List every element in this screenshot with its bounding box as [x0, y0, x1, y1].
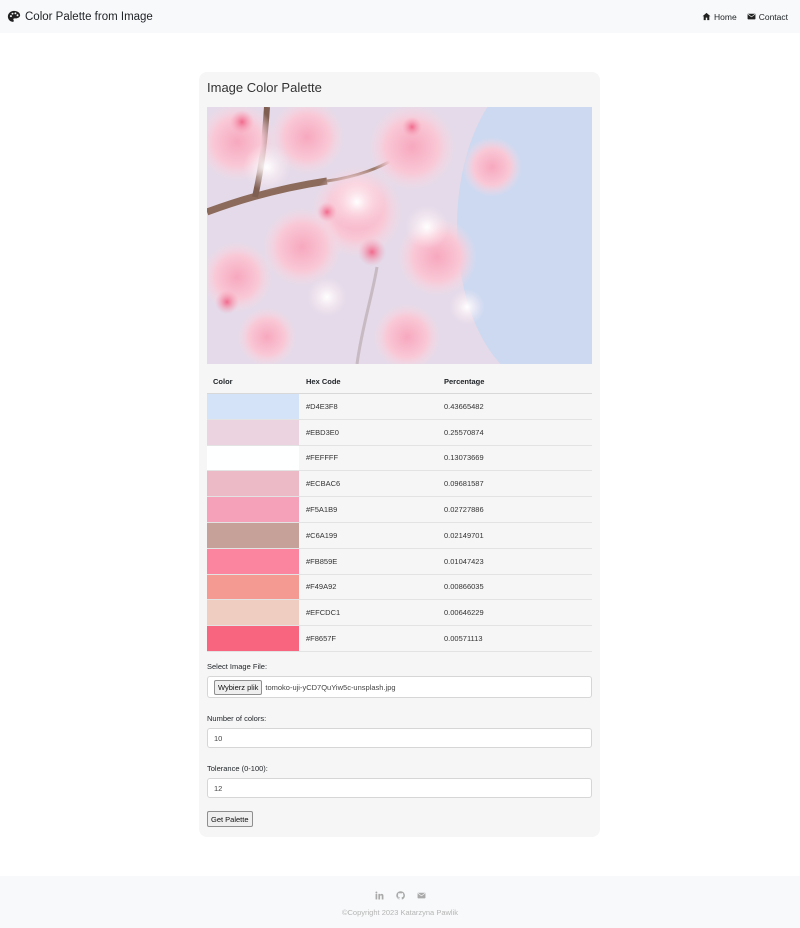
- file-name: tomoko-uji-yCD7QuYiw5c-unsplash.jpg: [265, 682, 396, 692]
- color-swatch: [207, 574, 299, 600]
- percentage: 0.43665482: [444, 401, 484, 411]
- tolerance-label: Tolerance (0-100):: [207, 764, 268, 773]
- linkedin-icon[interactable]: [374, 891, 384, 900]
- github-icon[interactable]: [395, 891, 405, 900]
- hex-code: #FB859E: [306, 556, 338, 566]
- hex-code: #EFCDC1: [306, 608, 341, 618]
- hex-code: #EBD3E0: [306, 427, 339, 437]
- nav-home-label: Home: [714, 11, 737, 22]
- file-input[interactable]: Wybierz plik tomoko-uji-yCD7QuYiw5c-unsp…: [207, 676, 592, 698]
- brand-title: Color Palette from Image: [25, 10, 153, 23]
- table-row: #F8657F 0.00571113: [207, 626, 592, 652]
- uploaded-image: [207, 107, 592, 364]
- table-row: #EFCDC1 0.00646229: [207, 600, 592, 627]
- tolerance-input[interactable]: [207, 778, 592, 798]
- percentage: 0.25570874: [444, 427, 484, 437]
- table-row: #EBD3E0 0.25570874: [207, 419, 592, 446]
- palette-table: Color Hex Code Percentage #D4E3F8 0.43665…: [207, 370, 592, 652]
- hex-code: #ECBAC6: [306, 479, 341, 489]
- hex-code: #D4E3F8: [306, 401, 338, 411]
- cherry-blossom-photo: [207, 107, 592, 364]
- percentage: 0.02727886: [444, 505, 484, 515]
- footer: ©Copyright 2023 Katarzyna Pawlik: [0, 876, 800, 928]
- table-row: #F5A1B9 0.02727886: [207, 497, 592, 523]
- table-row: #F49A92 0.00866035: [207, 574, 592, 601]
- nav-home[interactable]: Home: [702, 12, 737, 22]
- get-palette-button[interactable]: Get Palette: [207, 811, 253, 827]
- header-hex: Hex Code: [306, 377, 341, 386]
- hex-code: #FEFFFF: [306, 453, 339, 463]
- percentage: 0.00571113: [444, 634, 483, 644]
- color-swatch: [207, 626, 299, 651]
- color-swatch: [207, 394, 299, 419]
- table-row: #FEFFFF 0.13073669: [207, 445, 592, 472]
- card-title: Image Color Palette: [207, 80, 322, 95]
- table-row: #FB859E 0.01047423: [207, 548, 592, 575]
- header-color: Color: [213, 377, 233, 386]
- navbar: Color Palette from Image Home Contact: [0, 0, 800, 33]
- color-swatch: [207, 445, 299, 471]
- copyright: ©Copyright 2023 Katarzyna Pawlik: [341, 908, 458, 917]
- file-label: Select Image File:: [207, 662, 268, 671]
- envelope-icon: [747, 13, 756, 20]
- color-swatch: [207, 548, 299, 574]
- color-swatch: [207, 497, 299, 522]
- palette-card: Image Color Palette Color Hex Code Perce…: [199, 72, 600, 837]
- hex-code: #F5A1B9: [306, 505, 338, 515]
- percentage: 0.02149701: [444, 530, 484, 540]
- percentage: 0.13073669: [444, 453, 484, 463]
- color-swatch: [207, 471, 299, 497]
- header-percentage: Percentage: [444, 377, 485, 386]
- nav-contact[interactable]: Contact: [747, 12, 788, 22]
- table-row: #ECBAC6 0.09681587: [207, 471, 592, 498]
- choose-file-button[interactable]: Wybierz plik: [214, 679, 263, 695]
- percentage: 0.00646229: [444, 608, 484, 618]
- color-swatch: [207, 419, 299, 445]
- hex-code: #C6A199: [306, 530, 338, 540]
- palette-icon: [7, 10, 21, 22]
- color-swatch: [207, 600, 299, 626]
- table-row: #C6A199 0.02149701: [207, 522, 592, 549]
- envelope-icon[interactable]: [417, 891, 426, 900]
- percentage: 0.00866035: [444, 582, 484, 592]
- color-swatch: [207, 522, 299, 548]
- colors-input[interactable]: [207, 728, 592, 748]
- table-row: #D4E3F8 0.43665482: [207, 394, 592, 420]
- hex-code: #F8657F: [306, 634, 337, 644]
- percentage: 0.09681587: [444, 479, 484, 489]
- brand[interactable]: Color Palette from Image: [7, 10, 153, 24]
- hex-code: #F49A92: [306, 582, 337, 592]
- nav-contact-label: Contact: [758, 11, 788, 22]
- home-icon: [702, 12, 711, 21]
- table-header: Color Hex Code Percentage: [207, 370, 592, 394]
- percentage: 0.01047423: [444, 556, 484, 566]
- colors-label: Number of colors:: [207, 714, 267, 723]
